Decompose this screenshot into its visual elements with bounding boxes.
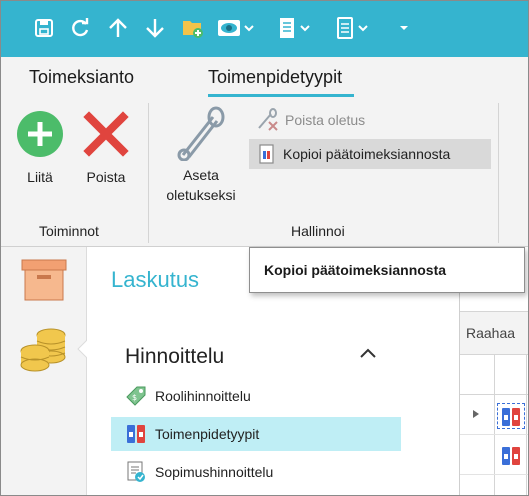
nav-item-roolihinnoittelu[interactable]: $ Roolihinnoittelu [111,379,401,413]
save-icon[interactable] [33,14,55,42]
add-button-label: Liitä [27,169,53,185]
archive-box-icon[interactable] [21,259,67,306]
chevron-down-icon [300,25,310,32]
delete-button-label: Poista [86,169,126,185]
set-default-label-line1: Aseta [183,167,219,183]
group-by-area[interactable]: Raahaa [460,311,528,355]
nav-item-toimenpidetyypit[interactable]: Toimenpidetyypit [111,417,401,451]
ribbon-tabs: Toimeksianto Toimenpidetyypit [1,57,528,97]
coins-icon[interactable] [19,325,71,378]
copy-document-icon [259,144,274,164]
arrow-up-icon[interactable] [107,14,129,42]
table-row[interactable] [460,395,528,435]
nav-item-label: Toimenpidetyypit [155,426,260,442]
table-row[interactable] [460,435,528,475]
add-icon [17,111,63,157]
svg-text:$: $ [132,393,137,402]
delete-button[interactable] [83,111,129,162]
contract-icon [127,461,145,482]
row-indicator-icon [473,410,479,418]
set-default-label: Aseta oletukseksi [153,165,249,205]
module-nav-strip [1,247,88,495]
new-folder-icon[interactable] [181,14,205,42]
chevron-up-icon[interactable] [359,347,377,359]
binders-icon [502,408,520,426]
tooltip: Kopioi päätoimeksiannosta [249,247,525,293]
section-title: Hinnoittelu [125,345,225,368]
add-button[interactable] [15,109,65,164]
data-grid: Raahaa [459,293,528,495]
tab-toimenpidetyypit[interactable]: Toimenpidetyypit [208,67,342,88]
chevron-down-icon [358,25,368,32]
view-icon [218,20,240,36]
price-tag-icon: $ [126,386,146,406]
binders-icon [502,447,520,465]
group-label-toiminnot: Toiminnot [39,223,99,239]
nav-item-label: Sopimushinnoittelu [155,464,274,480]
document-icon [280,18,294,38]
arrow-down-icon[interactable] [144,14,166,42]
view-dropdown[interactable] [217,14,254,42]
group-divider [498,103,499,243]
document-dropdown[interactable] [277,14,310,42]
group-label-hallinnoi: Hallinnoi [291,223,345,239]
remove-default-icon [258,108,278,131]
nav-item-label: Roolihinnoittelu [155,388,251,404]
delete-icon [83,111,129,157]
tooltip-text: Kopioi päätoimeksiannosta [264,262,447,278]
refresh-icon[interactable] [69,14,91,42]
nav-item-sopimushinnoittelu[interactable]: Sopimushinnoittelu [111,455,401,489]
copy-from-main-label: Kopioi päätoimeksiannosta [283,146,451,162]
safety-pin-icon [177,106,225,162]
form-dropdown[interactable] [335,14,368,42]
form-icon [337,17,353,39]
tab-toimeksianto[interactable]: Toimeksianto [29,67,134,88]
binders-icon [127,425,145,443]
group-by-hint: Raahaa [466,325,516,341]
grid-toolbar [460,293,528,311]
panel-title: Laskutus [111,267,200,292]
quick-access-toolbar [1,1,528,57]
set-default-label-line2: oletukseksi [166,187,236,203]
ribbon: Liitä Poista Toiminnot Aseta oletukseksi… [1,97,528,247]
group-divider [148,103,149,243]
remove-default-button[interactable]: Poista oletus [249,105,409,135]
row-focus-cell[interactable] [497,403,525,429]
application-window: Toimeksianto Toimenpidetyypit Liitä Pois… [0,0,529,496]
set-default-button[interactable] [173,105,227,166]
chevron-down-icon [244,25,254,32]
customize-icon[interactable] [399,14,409,42]
remove-default-label: Poista oletus [285,112,366,128]
copy-from-main-button[interactable]: Kopioi päätoimeksiannosta [249,139,491,169]
